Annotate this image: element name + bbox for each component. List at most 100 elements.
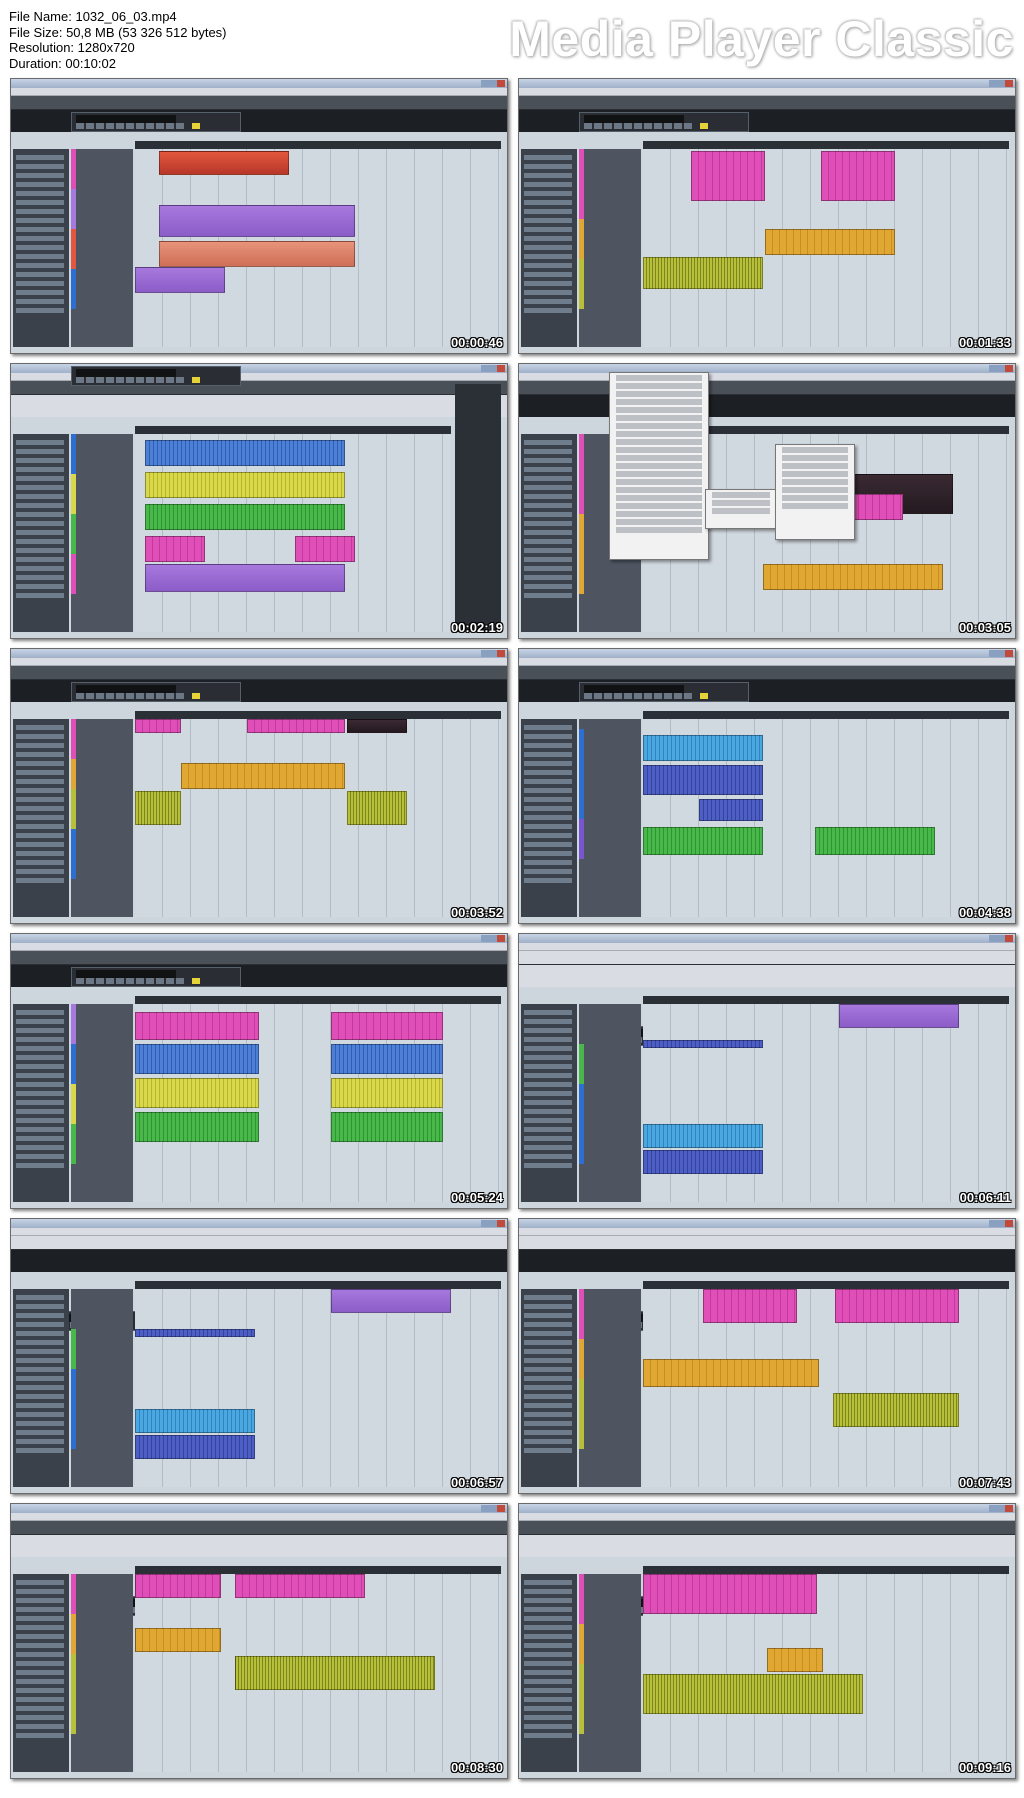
arrange-area [135, 1004, 501, 1202]
thumbnail: 00:01:33 [518, 78, 1016, 354]
audio-event [643, 765, 763, 795]
inspector-panel [521, 149, 577, 347]
thumbnail: 00:05:24 [10, 933, 508, 1209]
track-list [71, 1004, 133, 1202]
audio-event [135, 791, 181, 825]
audio-event [643, 1674, 863, 1714]
window-titlebar [519, 1219, 1015, 1228]
audio-event [145, 536, 205, 562]
midi-part [135, 267, 225, 293]
window-controls-icon [481, 1505, 505, 1512]
thumbnail-grid: 00:00:46 00:01:33 00:02:19 00:03:05 00:0… [10, 78, 1016, 1779]
track-list [71, 719, 133, 917]
timeline-ruler [135, 1566, 501, 1574]
menu-bar [11, 943, 507, 951]
thumbnail: 00:04:38 [518, 648, 1016, 924]
audio-event [643, 1124, 763, 1148]
track-list [579, 719, 641, 917]
track-list [71, 1289, 133, 1487]
toolbar [519, 1521, 1015, 1535]
timeline-ruler [135, 996, 501, 1004]
window-titlebar [519, 364, 1015, 373]
menu-bar [519, 88, 1015, 96]
context-menu[interactable] [609, 372, 709, 560]
toolbar [11, 1521, 507, 1535]
timestamp: 00:04:38 [958, 905, 1011, 920]
midi-part [331, 1289, 451, 1313]
resolution-line: Resolution: 1280x720 [9, 40, 135, 55]
thumbnail: 00:03:05 [518, 363, 1016, 639]
midi-part [835, 1289, 959, 1323]
transport-panel [579, 682, 749, 702]
audio-event [135, 1012, 259, 1040]
arrange-area [135, 149, 501, 347]
submenu[interactable] [775, 444, 855, 540]
window-controls-icon [481, 80, 505, 87]
timestamp: 00:01:33 [958, 335, 1011, 350]
audio-event [699, 799, 763, 821]
transport-panel [579, 112, 749, 132]
inspector-panel [521, 719, 577, 917]
midi-part [135, 1574, 221, 1598]
window-titlebar [519, 649, 1015, 658]
window-titlebar [11, 1219, 507, 1228]
info-line [519, 1250, 1015, 1272]
arrange-area [135, 1289, 501, 1487]
inspector-panel [521, 1004, 577, 1202]
audio-event [135, 1409, 255, 1433]
inspector-panel [13, 1289, 69, 1487]
track-list [579, 1289, 641, 1487]
audio-event [643, 1150, 763, 1174]
thumbnail: 00:08:30 [10, 1503, 508, 1779]
menu-bar [519, 1513, 1015, 1521]
track-list [579, 1004, 641, 1202]
audio-event [643, 827, 763, 855]
timeline-ruler [135, 711, 501, 719]
audio-event [145, 472, 345, 498]
menu-bar [11, 658, 507, 666]
audio-event [135, 1044, 259, 1074]
timestamp: 00:09:16 [958, 1760, 1011, 1775]
contact-sheet-header: File Name: 1032_06_03.mp4 File Size: 50,… [0, 0, 1024, 80]
arrange-area [643, 719, 1009, 917]
thumbnail: 00:09:16 [518, 1503, 1016, 1779]
window-controls-icon [481, 650, 505, 657]
inspector-panel [521, 1574, 577, 1772]
track-list [71, 149, 133, 347]
track-list [71, 434, 133, 632]
window-controls-icon [989, 1505, 1013, 1512]
file-metadata: File Name: 1032_06_03.mp4 File Size: 50,… [9, 9, 227, 71]
timeline-ruler [643, 1566, 1009, 1574]
midi-part [691, 151, 765, 201]
midi-part [703, 1289, 797, 1323]
midi-part [347, 719, 407, 733]
window-controls-icon [481, 1220, 505, 1227]
arrange-area [643, 1004, 1009, 1202]
audio-event [135, 1112, 259, 1142]
toolbar [11, 666, 507, 680]
toolbar [519, 951, 1015, 965]
submenu[interactable] [705, 489, 777, 529]
arrange-area [135, 434, 451, 632]
arrange-area [643, 1289, 1009, 1487]
audio-event [331, 1078, 443, 1108]
audio-event [331, 1044, 443, 1074]
menu-bar [519, 373, 1015, 381]
inspector-panel [521, 1289, 577, 1487]
toolbar [11, 96, 507, 110]
window-controls-icon [989, 935, 1013, 942]
toolbar [519, 96, 1015, 110]
window-titlebar [11, 649, 507, 658]
timestamp: 00:08:30 [450, 1760, 503, 1775]
transport-panel [71, 967, 241, 987]
info-line [11, 1535, 507, 1557]
audio-event [135, 1435, 255, 1459]
midi-part [159, 241, 355, 267]
midi-part [145, 564, 345, 592]
inspector-panel [13, 719, 69, 917]
audio-event [145, 440, 345, 466]
toolbar [519, 666, 1015, 680]
transport-panel [71, 112, 241, 132]
midi-part [821, 151, 895, 201]
window-titlebar [11, 1504, 507, 1513]
